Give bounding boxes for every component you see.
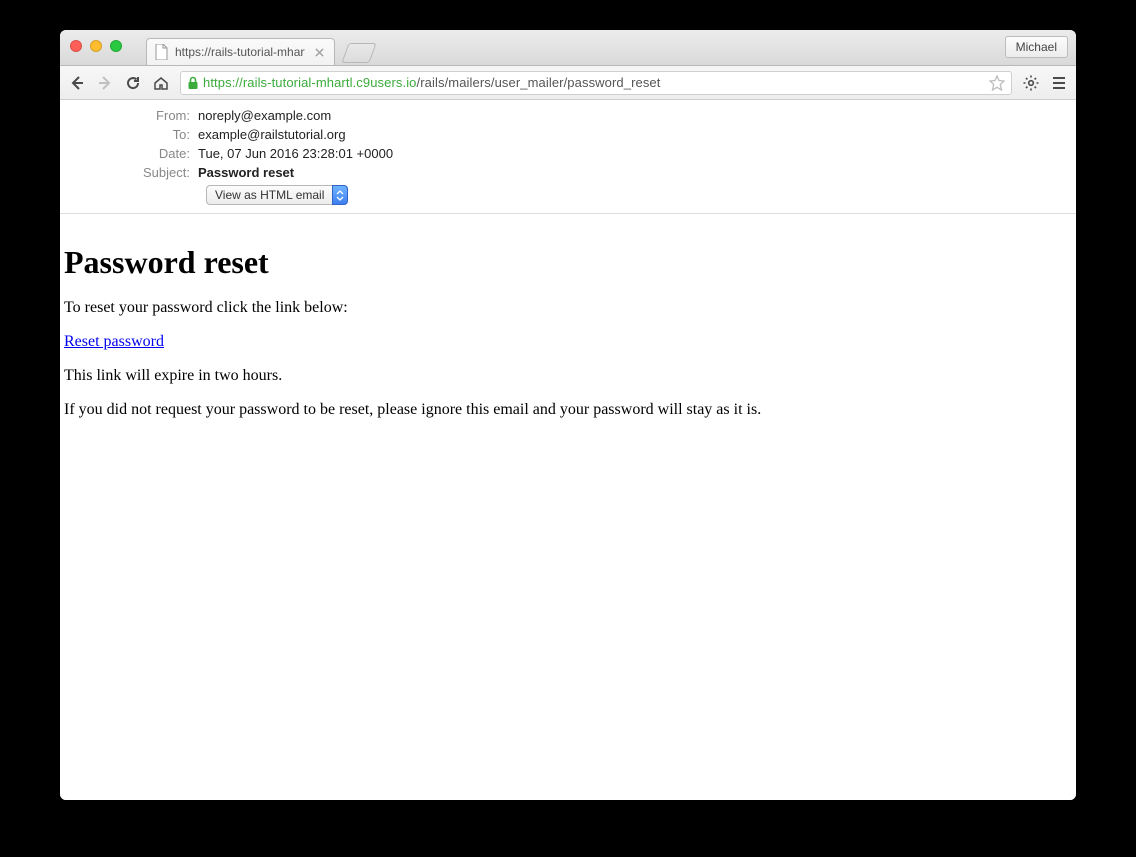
browser-window: https://rails-tutorial-mhartl Michael: [60, 30, 1076, 800]
back-button[interactable]: [68, 74, 86, 92]
forward-button[interactable]: [96, 74, 114, 92]
reset-password-link[interactable]: Reset password: [64, 333, 164, 350]
url-host: ://rails-tutorial-mhartl.c9users.io: [232, 75, 417, 90]
url-text: https://rails-tutorial-mhartl.c9users.io…: [203, 75, 660, 90]
zoom-window-button[interactable]: [110, 40, 122, 52]
window-titlebar: https://rails-tutorial-mhartl Michael: [60, 30, 1076, 66]
tab-title: https://rails-tutorial-mhartl: [175, 45, 305, 59]
email-heading: Password reset: [64, 244, 1072, 281]
date-value: Tue, 07 Jun 2016 23:28:01 +0000: [198, 144, 393, 163]
url-path: /rails/mailers/user_mailer/password_rese…: [417, 75, 661, 90]
subject-value: Password reset: [198, 163, 294, 182]
minimize-window-button[interactable]: [90, 40, 102, 52]
address-bar[interactable]: https://rails-tutorial-mhartl.c9users.io…: [180, 71, 1012, 95]
date-label: Date:: [60, 144, 198, 163]
from-label: From:: [60, 106, 198, 125]
browser-tab[interactable]: https://rails-tutorial-mhartl: [146, 38, 335, 65]
tabstrip: https://rails-tutorial-mhartl: [146, 38, 373, 65]
close-window-button[interactable]: [70, 40, 82, 52]
to-label: To:: [60, 125, 198, 144]
reload-button[interactable]: [124, 74, 142, 92]
to-value: example@railstutorial.org: [198, 125, 346, 144]
profile-badge[interactable]: Michael: [1005, 36, 1068, 58]
chevron-up-down-icon: [332, 185, 348, 205]
email-body: Password reset To reset your password cl…: [60, 214, 1076, 455]
settings-gear-icon[interactable]: [1022, 74, 1040, 92]
format-select[interactable]: View as HTML email: [206, 185, 348, 205]
page-icon: [155, 44, 169, 60]
lock-icon: [187, 76, 199, 90]
bookmark-star-icon[interactable]: [989, 75, 1005, 91]
browser-toolbar: https://rails-tutorial-mhartl.c9users.io…: [60, 66, 1076, 100]
format-select-value: View as HTML email: [206, 185, 332, 205]
from-value: noreply@example.com: [198, 106, 331, 125]
url-protocol: https: [203, 75, 232, 90]
new-tab-button[interactable]: [341, 43, 376, 63]
window-controls: [70, 40, 122, 52]
email-paragraph: If you did not request your password to …: [64, 401, 1072, 419]
page-viewport: From: noreply@example.com To: example@ra…: [60, 100, 1076, 800]
close-tab-icon[interactable]: [315, 48, 324, 57]
menu-icon[interactable]: [1050, 74, 1068, 92]
home-button[interactable]: [152, 74, 170, 92]
mail-header: From: noreply@example.com To: example@ra…: [60, 100, 1076, 214]
email-paragraph: To reset your password click the link be…: [64, 299, 1072, 317]
email-paragraph: This link will expire in two hours.: [64, 367, 1072, 385]
subject-label: Subject:: [60, 163, 198, 182]
